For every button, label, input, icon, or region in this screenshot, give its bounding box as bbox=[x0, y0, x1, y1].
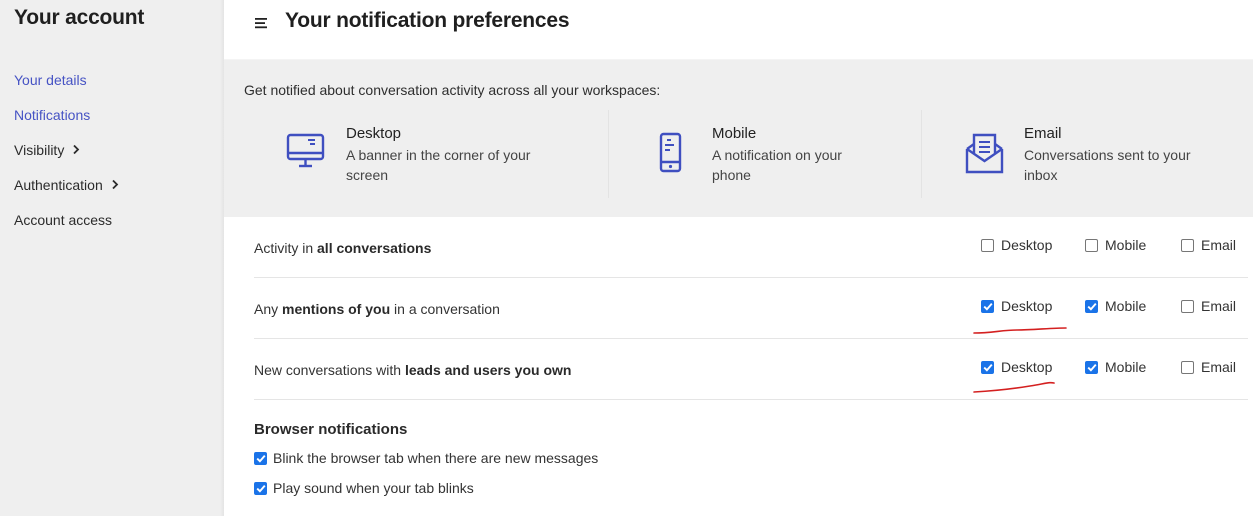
checkbox-label: Email bbox=[1201, 359, 1237, 375]
checkbox-label: Mobile bbox=[1105, 359, 1147, 375]
channel-title: Desktop bbox=[346, 125, 402, 142]
email-checkbox[interactable] bbox=[1181, 360, 1194, 374]
email-option[interactable]: Email bbox=[1181, 237, 1236, 253]
checkbox-label: Blink the browser tab when there are new… bbox=[273, 450, 599, 466]
sidebar-item-your-details[interactable]: Your details bbox=[14, 62, 119, 97]
preference-label: Any mentions of you in a conversation bbox=[254, 301, 500, 317]
checkbox-label: Email bbox=[1201, 237, 1237, 253]
mobile-checkbox[interactable] bbox=[1085, 360, 1098, 374]
channel-mobile: Mobile A notification on your phone bbox=[608, 110, 921, 198]
label-text: in a conversation bbox=[390, 301, 500, 317]
desktop-checkbox[interactable] bbox=[981, 299, 994, 313]
checkbox-label: Email bbox=[1201, 298, 1237, 314]
desktop-checkbox[interactable] bbox=[981, 360, 994, 374]
sidebar-item-label: Your details bbox=[14, 71, 87, 88]
chevron-right-icon bbox=[72, 144, 80, 155]
browser-notifications-section: Browser notifications Blink the browser … bbox=[254, 421, 598, 496]
channel-title: Mobile bbox=[712, 125, 757, 142]
desktop-checkbox[interactable] bbox=[981, 238, 994, 252]
page-header: Your notification preferences bbox=[224, 0, 1253, 59]
desktop-option[interactable]: Desktop bbox=[981, 359, 1052, 375]
checkbox-label: Play sound when your tab blinks bbox=[273, 480, 474, 496]
mobile-option[interactable]: Mobile bbox=[1085, 359, 1146, 375]
sidebar: Your account Your details Notifications … bbox=[0, 0, 224, 516]
blink-tab-checkbox[interactable] bbox=[254, 451, 267, 465]
label-emphasis: leads and users you own bbox=[404, 362, 572, 378]
chevron-right-icon bbox=[111, 179, 119, 190]
sidebar-item-account-access[interactable]: Account access bbox=[14, 202, 119, 237]
sidebar-item-label: Notifications bbox=[14, 106, 91, 123]
label-text: Activity in bbox=[254, 240, 318, 256]
email-option[interactable]: Email bbox=[1181, 359, 1236, 375]
hamburger-icon[interactable] bbox=[254, 15, 270, 31]
page-title: Your notification preferences bbox=[285, 9, 570, 32]
channel-description: A banner in the corner of your screen bbox=[346, 147, 531, 183]
checkbox-label: Desktop bbox=[1001, 298, 1053, 314]
mobile-option[interactable]: Mobile bbox=[1085, 237, 1146, 253]
mobile-phone-icon bbox=[659, 132, 683, 179]
mobile-option[interactable]: Mobile bbox=[1085, 298, 1146, 314]
channel-description: A notification on your phone bbox=[712, 147, 842, 183]
label-text: New conversations with bbox=[254, 362, 405, 378]
desktop-option[interactable]: Desktop bbox=[981, 237, 1052, 253]
label-emphasis: mentions of you bbox=[282, 301, 391, 317]
checkbox-label: Desktop bbox=[1001, 359, 1053, 375]
sidebar-item-visibility[interactable]: Visibility bbox=[14, 132, 119, 167]
desktop-option[interactable]: Desktop bbox=[981, 298, 1052, 314]
sidebar-item-label: Account access bbox=[14, 211, 113, 228]
preference-row: Any mentions of you in a conversation Des… bbox=[254, 278, 1248, 339]
label-text: Any bbox=[254, 301, 283, 317]
email-envelope-icon bbox=[964, 132, 1006, 179]
preference-label: New conversations with leads and users y… bbox=[254, 362, 571, 378]
checkbox-label: Mobile bbox=[1105, 237, 1147, 253]
sidebar-item-notifications[interactable]: Notifications bbox=[14, 97, 119, 132]
sidebar-item-authentication[interactable]: Authentication bbox=[14, 167, 119, 202]
email-checkbox[interactable] bbox=[1181, 299, 1194, 313]
mobile-checkbox[interactable] bbox=[1085, 238, 1098, 252]
mobile-checkbox[interactable] bbox=[1085, 299, 1098, 313]
preference-row: New conversations with leads and users y… bbox=[254, 339, 1248, 400]
play-sound-checkbox-option[interactable]: Play sound when your tab blinks bbox=[254, 480, 598, 496]
channels-intro-panel: Get notified about conversation activity… bbox=[224, 59, 1253, 217]
sidebar-item-label: Visibility bbox=[14, 141, 65, 158]
email-checkbox[interactable] bbox=[1181, 238, 1194, 252]
preference-row: Activity in all conversations Desktop Mobi… bbox=[254, 217, 1248, 278]
checkbox-label: Mobile bbox=[1105, 298, 1147, 314]
label-emphasis: all conversations bbox=[317, 240, 432, 256]
sidebar-title: Your account bbox=[14, 6, 145, 29]
channel-desktop: Desktop A banner in the corner of your s… bbox=[284, 110, 608, 198]
channel-description: Conversations sent to your inbox bbox=[1024, 147, 1191, 183]
checkbox-label: Desktop bbox=[1001, 237, 1053, 253]
channel-email: Email Conversations sent to your inbox bbox=[921, 110, 1253, 198]
intro-text: Get notified about conversation activity… bbox=[244, 82, 661, 98]
preference-label: Activity in all conversations bbox=[254, 240, 431, 256]
section-title: Browser notifications bbox=[254, 421, 408, 438]
blink-tab-checkbox-option[interactable]: Blink the browser tab when there are new… bbox=[254, 450, 598, 466]
play-sound-checkbox[interactable] bbox=[254, 481, 267, 495]
sidebar-nav: Your details Notifications Visibility Au… bbox=[14, 62, 119, 237]
desktop-monitor-icon bbox=[286, 133, 326, 176]
channel-title: Email bbox=[1024, 125, 1062, 142]
sidebar-item-label: Authentication bbox=[14, 176, 103, 193]
notification-preferences-table: Activity in all conversations Desktop Mobi… bbox=[254, 217, 1248, 400]
email-option[interactable]: Email bbox=[1181, 298, 1236, 314]
main-content: Your notification preferences Get notifi… bbox=[224, 0, 1253, 516]
